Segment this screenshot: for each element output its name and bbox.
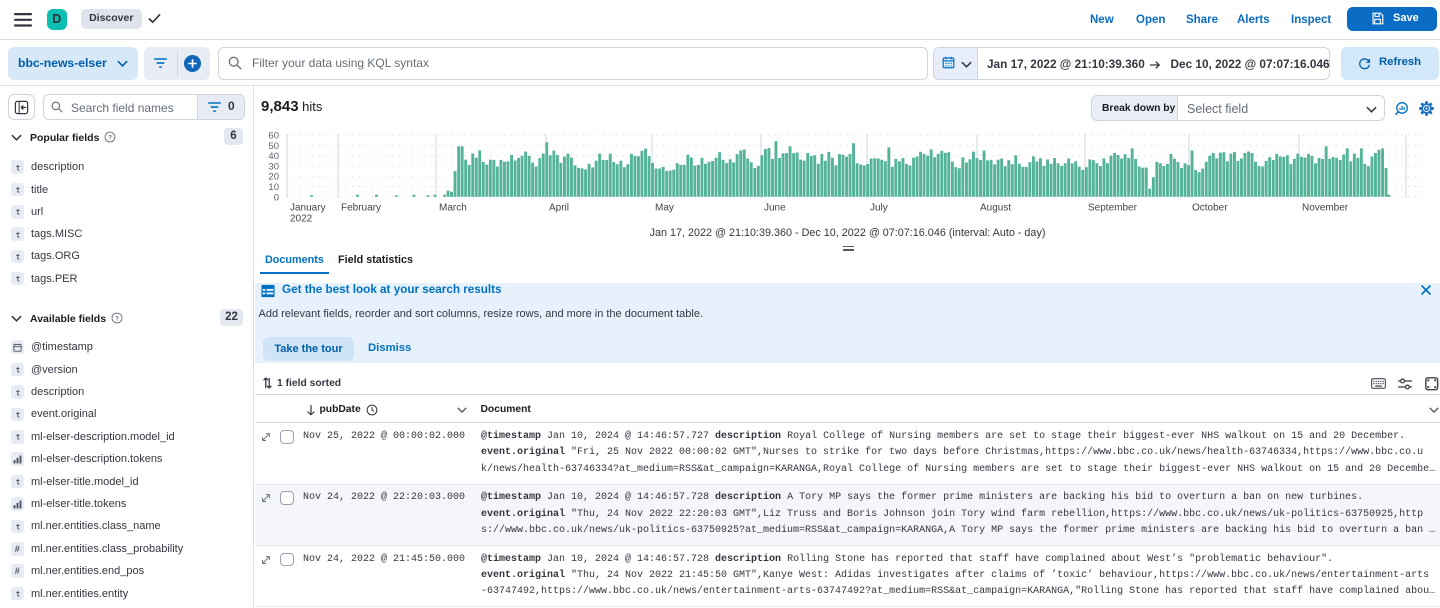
svg-text:40: 40 [268,151,279,162]
svg-text:30: 30 [268,161,279,172]
svg-text:10: 10 [268,182,279,193]
svg-text:September: September [1088,203,1138,214]
svg-text:January: January [290,203,326,214]
svg-text:?: ? [108,134,112,141]
svg-text:June: June [764,203,786,214]
svg-text:20: 20 [268,172,279,183]
svg-text:July: July [870,203,888,214]
svg-text:2022: 2022 [290,214,313,225]
svg-text:50: 50 [268,141,279,152]
svg-text:May: May [655,203,674,214]
svg-text:60: 60 [268,131,279,142]
svg-text:April: April [549,203,569,214]
svg-text:0: 0 [274,192,279,203]
svg-text:November: November [1302,203,1349,214]
svg-text:February: February [341,203,381,214]
svg-text:March: March [439,203,467,214]
svg-text:August: August [980,203,1011,214]
svg-text:October: October [1192,203,1228,214]
svg-text:?: ? [115,315,119,322]
